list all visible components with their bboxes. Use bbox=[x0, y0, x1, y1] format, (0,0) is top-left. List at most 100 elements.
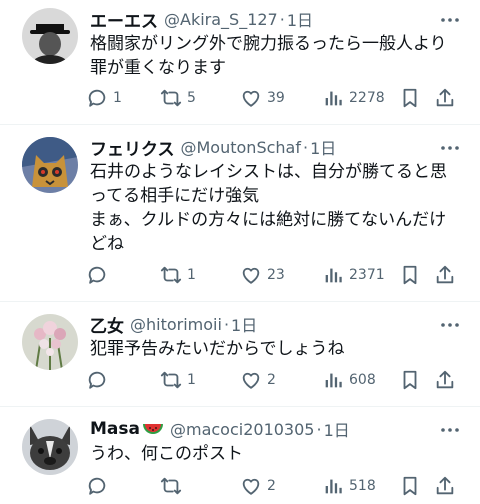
separator-dot: · bbox=[316, 419, 322, 439]
action-bar: 2 518 bbox=[86, 472, 466, 500]
share-icon bbox=[436, 265, 454, 284]
repost-button[interactable] bbox=[160, 472, 187, 500]
post-header: Masa @macoci2010305 · 1日 bbox=[90, 416, 350, 442]
like-count: 39 bbox=[267, 90, 285, 106]
bookmark-button[interactable] bbox=[399, 261, 421, 289]
display-name[interactable]: フェリクス bbox=[90, 135, 175, 160]
reply-count: 1 bbox=[113, 90, 122, 106]
post-header: フェリクス @MoutonSchaf · 1日 bbox=[90, 134, 336, 160]
post-text: うわ、何このポスト bbox=[90, 442, 466, 466]
bookmark-button[interactable] bbox=[399, 84, 421, 112]
bookmark-icon bbox=[403, 265, 417, 285]
views-button[interactable]: 2278 bbox=[322, 84, 385, 112]
bookmark-icon bbox=[403, 88, 417, 108]
like-button[interactable]: 2 bbox=[240, 366, 276, 394]
more-options-icon[interactable] bbox=[436, 138, 464, 158]
more-options-icon[interactable] bbox=[436, 420, 464, 440]
share-button[interactable] bbox=[434, 472, 456, 500]
reply-icon bbox=[88, 371, 106, 389]
repost-icon bbox=[160, 89, 182, 107]
user-handle[interactable]: @Akira_S_127 bbox=[164, 10, 278, 29]
heart-icon bbox=[242, 90, 260, 107]
share-icon bbox=[436, 370, 454, 389]
reply-icon bbox=[88, 266, 106, 284]
repost-count: 1 bbox=[187, 372, 196, 388]
repost-button[interactable]: 1 bbox=[160, 261, 196, 289]
more-options-icon[interactable] bbox=[436, 315, 464, 335]
repost-count: 5 bbox=[187, 90, 196, 106]
share-button[interactable] bbox=[434, 366, 456, 394]
cat-illustration-avatar[interactable] bbox=[22, 137, 78, 193]
share-button[interactable] bbox=[434, 84, 456, 112]
analytics-icon bbox=[325, 479, 342, 494]
user-handle[interactable]: @MoutonSchaf bbox=[181, 138, 301, 157]
timestamp[interactable]: 1日 bbox=[287, 7, 313, 31]
post[interactable]: Masa @macoci2010305 · 1日 うわ、何このポスト 2 518 bbox=[0, 407, 480, 504]
more-options-icon[interactable] bbox=[436, 10, 464, 30]
analytics-icon bbox=[325, 268, 342, 283]
view-count: 608 bbox=[349, 372, 376, 388]
like-button[interactable]: 2 bbox=[240, 472, 276, 500]
post[interactable]: フェリクス @MoutonSchaf · 1日 石井のようなレイシストは、自分が… bbox=[0, 125, 480, 301]
action-bar: 1 5 39 2278 bbox=[86, 84, 466, 112]
action-bar: 1 23 2371 bbox=[86, 261, 466, 289]
like-count: 2 bbox=[267, 372, 276, 388]
repost-count: 1 bbox=[187, 267, 196, 283]
reply-button[interactable] bbox=[86, 472, 113, 500]
view-count: 2278 bbox=[349, 90, 385, 106]
like-count: 23 bbox=[267, 267, 285, 283]
display-name[interactable]: 乙女 bbox=[90, 312, 124, 337]
man-in-hat-avatar[interactable] bbox=[22, 8, 78, 64]
bookmark-icon bbox=[403, 476, 417, 496]
post-text-line: 格闘家がリング外で腕力振るったら一般人より bbox=[90, 34, 447, 54]
share-icon bbox=[436, 88, 454, 107]
post-text: 石井のようなレイシストは、自分が勝てると思 ってる相手にだけ強気 まぁ、クルドの… bbox=[90, 160, 466, 256]
reply-feed: エーエス @Akira_S_127 · 1日 格闘家がリング外で腕力振るったら一… bbox=[0, 0, 480, 504]
separator-dot: · bbox=[302, 137, 309, 157]
repost-button[interactable]: 1 bbox=[160, 366, 196, 394]
reply-button[interactable]: 1 bbox=[86, 84, 122, 112]
display-name[interactable]: Masa bbox=[90, 419, 140, 439]
post-text-line: 石井のようなレイシストは、自分が勝てると思 bbox=[90, 162, 447, 182]
post-text-line: まぁ、クルドの方々には絶対に勝てないんだけ bbox=[90, 210, 447, 230]
repost-button[interactable]: 5 bbox=[160, 84, 196, 112]
views-button[interactable]: 608 bbox=[322, 366, 376, 394]
flowers-avatar[interactable] bbox=[22, 314, 78, 370]
repost-icon bbox=[160, 477, 182, 495]
views-button[interactable]: 2371 bbox=[322, 261, 385, 289]
bookmark-icon bbox=[403, 370, 417, 390]
views-button[interactable]: 518 bbox=[322, 472, 376, 500]
analytics-icon bbox=[325, 91, 342, 106]
timestamp[interactable]: 1日 bbox=[310, 135, 336, 159]
share-icon bbox=[436, 476, 454, 495]
french-bulldog-avatar[interactable] bbox=[22, 419, 78, 475]
reply-button[interactable] bbox=[86, 366, 113, 394]
post-text-line: 罪が重くなります bbox=[90, 58, 226, 78]
separator-dot: · bbox=[279, 9, 285, 29]
user-handle[interactable]: @hitorimoii bbox=[130, 315, 222, 334]
timestamp[interactable]: 1日 bbox=[231, 312, 257, 336]
analytics-icon bbox=[325, 373, 342, 388]
heart-icon bbox=[242, 478, 260, 495]
post-header: 乙女 @hitorimoii · 1日 bbox=[90, 311, 257, 337]
heart-icon bbox=[242, 267, 260, 284]
share-button[interactable] bbox=[434, 261, 456, 289]
post-text: 格闘家がリング外で腕力振るったら一般人より 罪が重くなります bbox=[90, 32, 466, 80]
timestamp[interactable]: 1日 bbox=[324, 417, 350, 441]
like-count: 2 bbox=[267, 478, 276, 494]
bookmark-button[interactable] bbox=[399, 472, 421, 500]
post-header: エーエス @Akira_S_127 · 1日 bbox=[90, 6, 313, 32]
user-handle[interactable]: @macoci2010305 bbox=[170, 420, 314, 439]
post[interactable]: 乙女 @hitorimoii · 1日 犯罪予告みたいだからでしょうね 1 2 bbox=[0, 302, 480, 406]
post-text-line: うわ、何このポスト bbox=[90, 444, 243, 464]
action-bar: 1 2 608 bbox=[86, 366, 466, 394]
repost-icon bbox=[160, 266, 182, 284]
post-text-line: ってる相手にだけ強気 bbox=[90, 186, 260, 206]
repost-icon bbox=[160, 371, 182, 389]
post[interactable]: エーエス @Akira_S_127 · 1日 格闘家がリング外で腕力振るったら一… bbox=[0, 0, 480, 124]
display-name[interactable]: エーエス bbox=[90, 7, 158, 32]
like-button[interactable]: 23 bbox=[240, 261, 285, 289]
bookmark-button[interactable] bbox=[399, 366, 421, 394]
like-button[interactable]: 39 bbox=[240, 84, 285, 112]
reply-button[interactable] bbox=[86, 261, 113, 289]
